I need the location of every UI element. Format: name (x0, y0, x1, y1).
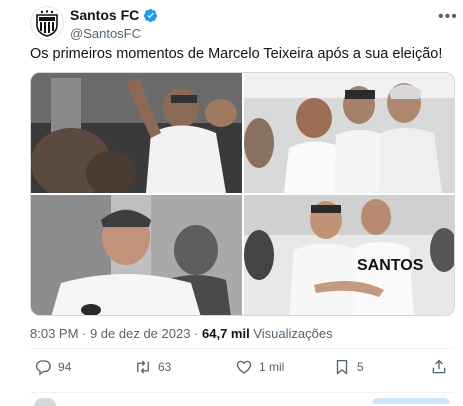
santos-logo-icon (36, 10, 58, 37)
views-label: Visualizações (249, 326, 333, 341)
photo-3[interactable] (31, 195, 242, 315)
reply-button-partial[interactable] (372, 398, 450, 404)
retweet-icon (137, 360, 149, 374)
like-count: 1 mil (259, 360, 285, 374)
reply-button[interactable]: 94 (34, 358, 71, 376)
author-name-row[interactable]: Santos FC (70, 7, 158, 23)
reply-icon (35, 360, 51, 376)
share-icon (432, 359, 446, 374)
author-handle[interactable]: @SantosFC (70, 26, 141, 41)
shirt-text: SANTOS (357, 257, 424, 274)
tweet-meta: 8:03 PM · 9 de dez de 2023 · 64,7 mil Vi… (30, 326, 333, 341)
author-avatar[interactable] (30, 6, 64, 40)
retweet-count: 63 (158, 360, 172, 374)
bookmark-icon (336, 359, 348, 375)
photo-1[interactable] (31, 73, 242, 193)
like-button[interactable]: 1 mil (235, 358, 284, 376)
tweet-text: Os primeiros momentos de Marcelo Teixeir… (30, 46, 443, 62)
more-icon[interactable]: ••• (438, 8, 458, 26)
retweet-button[interactable]: 63 (134, 358, 171, 376)
like-icon (236, 360, 252, 374)
media-grid[interactable]: SANTOS (30, 72, 455, 316)
verified-badge-icon (144, 8, 158, 22)
tweet-card[interactable]: Santos FC @SantosFC ••• Os primeiros mom… (0, 0, 463, 406)
bookmark-button[interactable]: 5 (333, 358, 364, 376)
photo-2[interactable] (244, 73, 454, 193)
reply-count: 94 (58, 360, 72, 374)
divider (30, 348, 453, 349)
author-name[interactable]: Santos FC (70, 7, 139, 23)
views-count: 64,7 mil (202, 326, 250, 341)
bookmark-count: 5 (357, 360, 364, 374)
photo-4[interactable]: SANTOS (244, 195, 454, 315)
timestamp[interactable]: 8:03 PM · 9 de dez de 2023 · (30, 326, 202, 341)
share-button[interactable] (430, 358, 448, 376)
divider-bottom (30, 392, 453, 393)
action-bar: 94 63 1 mil 5 (30, 358, 455, 382)
